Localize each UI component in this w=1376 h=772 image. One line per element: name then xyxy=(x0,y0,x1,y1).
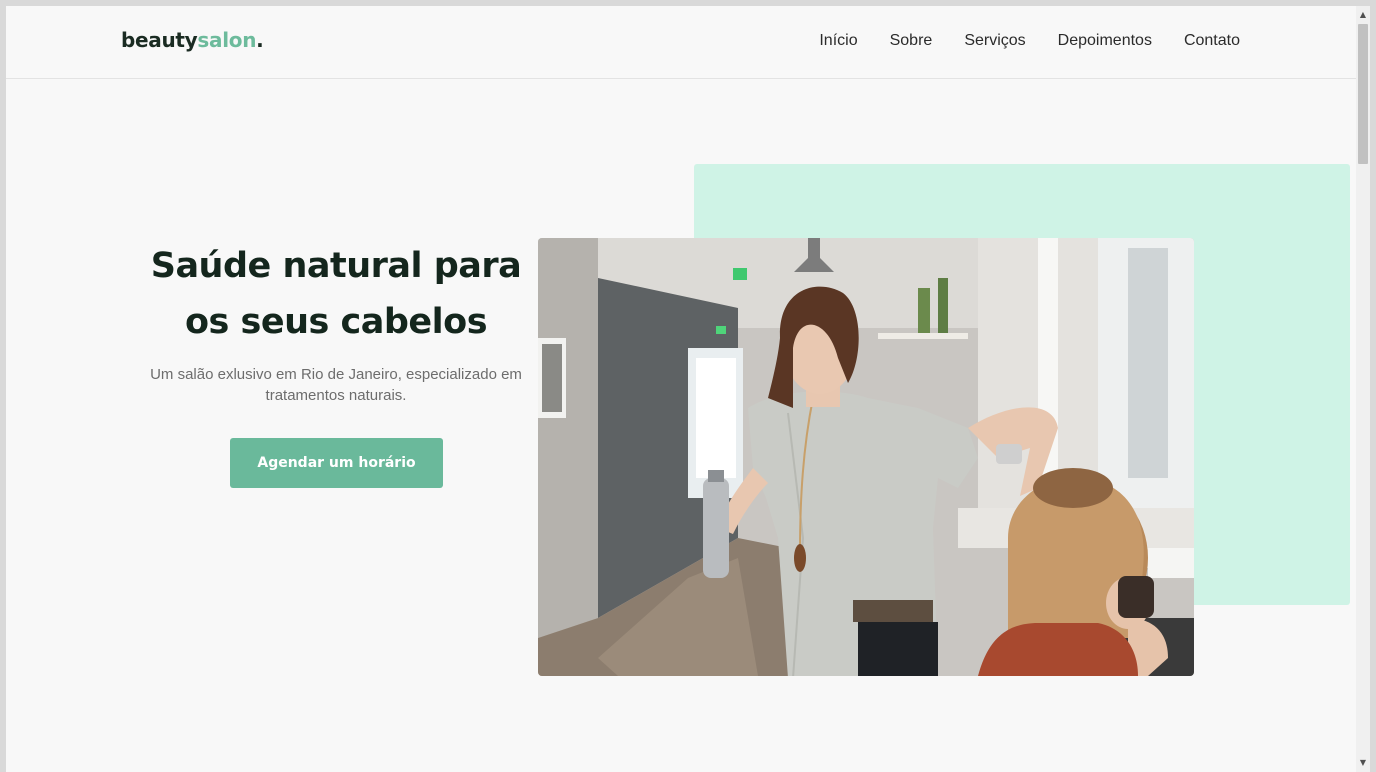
site-header: beautysalon. Início Sobre Serviços Depoi… xyxy=(6,6,1356,79)
hairdresser-styling-client-illustration xyxy=(538,238,1194,676)
scroll-down-arrow-icon[interactable]: ▼ xyxy=(1356,756,1370,770)
nav-link-sobre[interactable]: Sobre xyxy=(890,32,933,50)
nav-link-depoimentos[interactable]: Depoimentos xyxy=(1058,32,1152,50)
page-scrollbar[interactable]: ▲ ▼ xyxy=(1356,6,1370,772)
browser-window: beautysalon. Início Sobre Serviços Depoi… xyxy=(0,0,1376,772)
main-nav: Início Sobre Serviços Depoimentos Contat… xyxy=(819,32,1240,50)
hero-photo xyxy=(538,238,1194,676)
nav-link-inicio[interactable]: Início xyxy=(819,32,857,50)
logo-dot: . xyxy=(256,28,264,52)
scroll-up-arrow-icon[interactable]: ▲ xyxy=(1356,8,1370,22)
logo-accent-text: salon xyxy=(197,28,257,52)
page: beautysalon. Início Sobre Serviços Depoi… xyxy=(6,6,1356,772)
hero-title: Saúde natural para os seus cabelos xyxy=(150,246,522,342)
nav-link-contato[interactable]: Contato xyxy=(1184,32,1240,50)
logo-text: beauty xyxy=(121,28,198,52)
nav-link-servicos[interactable]: Serviços xyxy=(964,32,1025,50)
scroll-thumb[interactable] xyxy=(1358,24,1368,164)
book-appointment-button[interactable]: Agendar um horário xyxy=(230,438,443,488)
site-logo[interactable]: beautysalon. xyxy=(121,28,264,52)
hero-subtitle: Um salão exlusivo em Rio de Janeiro, esp… xyxy=(150,366,522,404)
